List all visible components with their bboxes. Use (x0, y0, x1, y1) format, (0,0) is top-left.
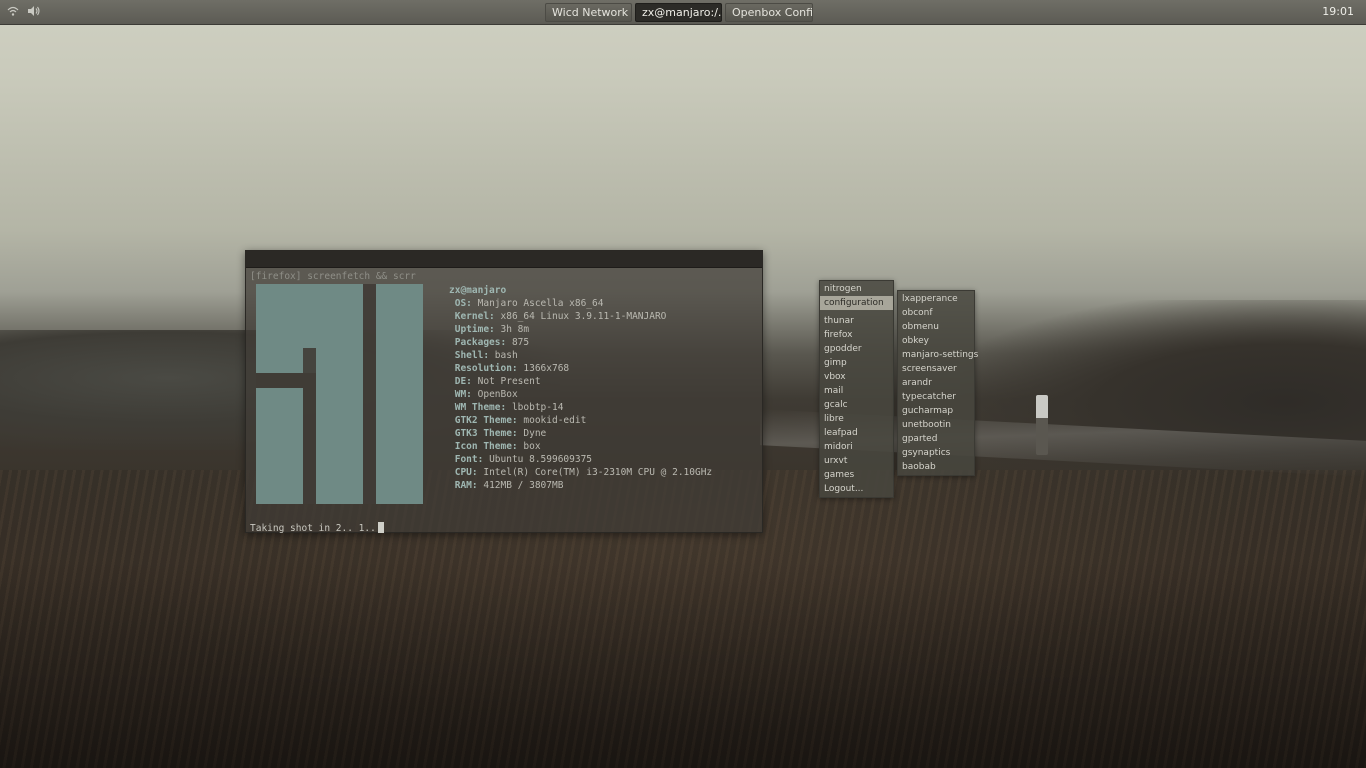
submenu-item-gucharmap[interactable]: gucharmap (898, 404, 974, 418)
submenu-item-manjaro-settings[interactable]: manjaro-settings (898, 348, 978, 362)
submenu-item-baobab[interactable]: baobab (898, 460, 974, 474)
submenu-item-gparted[interactable]: gparted (898, 432, 974, 446)
menu-item-gpodder[interactable]: gpodder (820, 342, 893, 356)
terminal-prompt: [firefox] screenfetch && scrr (250, 271, 416, 282)
info-os: OS: Manjaro Ascella x86_64 (454, 298, 604, 309)
wallpaper-foreground-shade (0, 560, 1366, 768)
menu-item-midori[interactable]: midori (820, 440, 893, 454)
terminal-titlebar[interactable] (246, 251, 762, 268)
info-shell: Shell: bash (454, 350, 518, 361)
menu-item-logout[interactable]: Logout... (820, 482, 893, 496)
submenu-item-obmenu[interactable]: obmenu (898, 320, 974, 334)
info-wm: WM: OpenBox (454, 389, 518, 400)
info-gtk3-theme: GTK3 Theme: Dyne (454, 428, 547, 439)
wallpaper-signpost (1036, 395, 1048, 455)
terminal-content[interactable]: [firefox] screenfetch && scrr zx@manjaro… (246, 268, 762, 534)
info-cpu: CPU: Intel(R) Core(TM) i3-2310M CPU @ 2.… (454, 467, 713, 478)
info-user: zx@manjaro (449, 285, 507, 296)
system-tray (7, 5, 41, 21)
submenu-item-obconf[interactable]: obconf (898, 306, 974, 320)
menu-item-vbox[interactable]: vbox (820, 370, 893, 384)
info-gtk2-theme: GTK2 Theme: mookid-edit (454, 415, 587, 426)
menu-item-mail[interactable]: mail (820, 384, 893, 398)
info-packages: Packages: 875 (454, 337, 530, 348)
terminal-status: Taking shot in 2.. 1.. (250, 522, 384, 534)
info-font: Font: Ubuntu 8.599609375 (454, 454, 593, 465)
task-terminal[interactable]: zx@manjaro:/... (635, 3, 722, 22)
menu-item-nitrogen[interactable]: nitrogen (820, 282, 893, 296)
info-icon-theme: Icon Theme: box (454, 441, 541, 452)
submenu-item-lxapperance[interactable]: lxapperance (898, 292, 974, 306)
speaker-icon[interactable] (27, 5, 41, 21)
info-kernel: Kernel: x86_64 Linux 3.9.11-1-MANJARO (454, 311, 667, 322)
menu-item-firefox[interactable]: firefox (820, 328, 893, 342)
menu-item-gimp[interactable]: gimp (820, 356, 893, 370)
menu-item-leafpad[interactable]: leafpad (820, 426, 893, 440)
info-uptime: Uptime: 3h 8m (454, 324, 530, 335)
info-resolution: Resolution: 1366x768 (454, 363, 570, 374)
menu-item-libre[interactable]: libre (820, 412, 893, 426)
menu-item-gcalc[interactable]: gcalc (820, 398, 893, 412)
menu-item-configuration[interactable]: configuration (820, 296, 893, 310)
text-cursor (377, 522, 384, 533)
submenu-item-arandr[interactable]: arandr (898, 376, 974, 390)
submenu-item-obkey[interactable]: obkey (898, 334, 974, 348)
taskbar: Wicd Network ... zx@manjaro:/... Openbox… (545, 3, 813, 22)
info-ram: RAM: 412MB / 3807MB (454, 480, 564, 491)
menu-item-urxvt[interactable]: urxvt (820, 454, 893, 468)
info-wm-theme: WM Theme: lbobtp-14 (454, 402, 564, 413)
menu-item-thunar[interactable]: thunar (820, 314, 893, 328)
task-openbox-config[interactable]: Openbox Confi... (725, 3, 813, 22)
submenu-item-unetbootin[interactable]: unetbootin (898, 418, 974, 432)
top-panel: Wicd Network ... zx@manjaro:/... Openbox… (0, 0, 1366, 25)
terminal-window[interactable]: [firefox] screenfetch && scrr zx@manjaro… (245, 250, 763, 534)
system-info: zx@manjaro OS: Manjaro Ascella x86_64 Ke… (449, 284, 712, 492)
info-de: DE: Not Present (454, 376, 541, 387)
openbox-root-menu: nitrogen configuration thunar firefox gp… (819, 280, 894, 498)
configuration-submenu: lxapperance obconf obmenu obkey manjaro-… (897, 290, 978, 476)
task-wicd-network[interactable]: Wicd Network ... (545, 3, 632, 22)
submenu-item-screensaver[interactable]: screensaver (898, 362, 974, 376)
clock[interactable]: 19:01 (1322, 5, 1354, 19)
submenu-item-gsynaptics[interactable]: gsynaptics (898, 446, 974, 460)
menu-item-games[interactable]: games (820, 468, 893, 482)
submenu-item-typecatcher[interactable]: typecatcher (898, 390, 974, 404)
wifi-icon[interactable] (7, 5, 19, 21)
